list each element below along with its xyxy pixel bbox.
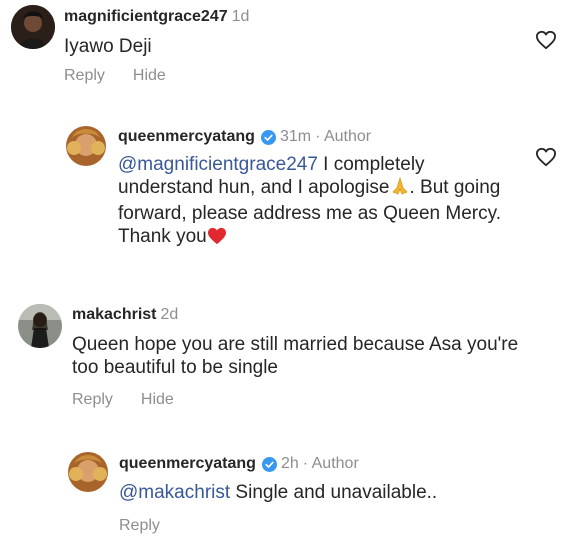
like-heart-icon[interactable] [535,30,557,50]
hide-button[interactable]: Hide [133,67,166,84]
like-heart-icon[interactable] [535,147,557,167]
comment-time: 31m [279,128,312,145]
comment-username[interactable]: queenmercyatang [118,128,255,146]
avatar[interactable] [18,304,62,348]
mention-link[interactable]: @makachrist [119,482,230,503]
comment-text: Queen hope you are still married because… [72,334,519,378]
comment-username[interactable]: queenmercyatang [119,455,256,473]
folded-hands-emoji-icon [390,176,410,202]
verified-badge-icon [260,129,276,145]
verified-badge-icon [261,456,277,472]
reply-item: queenmercyatang 2h · Author @makachrist … [0,445,561,540]
author-label: · Author [315,128,372,145]
comment-time: 2d [160,306,179,323]
comment-username[interactable]: makachrist [72,306,157,324]
comment-text: @makachrist Single and unavailable.. [119,482,438,503]
reply-item: queenmercyatang 31m · Author @magnificie… [0,115,561,255]
mention-link[interactable]: @magnificientgrace247 [118,154,318,175]
author-label: · Author [302,455,359,472]
avatar[interactable] [68,452,108,492]
avatar[interactable] [11,5,55,49]
comment-text: Iyawo Deji [64,36,152,57]
comment-item: magnificientgrace247 1d Iyawo Deji Reply… [0,0,561,100]
comment-item: makachrist 2d Queen hope you are still m… [0,300,561,420]
reply-button[interactable]: Reply [64,67,105,84]
comment-username[interactable]: magnificientgrace247 [64,8,228,26]
red-heart-emoji-icon [207,227,227,251]
hide-button[interactable]: Hide [141,391,174,408]
avatar[interactable] [66,126,106,166]
reply-button[interactable]: Reply [72,391,113,408]
comment-time: 1d [231,8,250,25]
comment-text: @magnificientgrace247 I completely under… [118,153,518,251]
reply-button[interactable]: Reply [119,517,160,534]
comment-time: 2h [280,455,299,472]
